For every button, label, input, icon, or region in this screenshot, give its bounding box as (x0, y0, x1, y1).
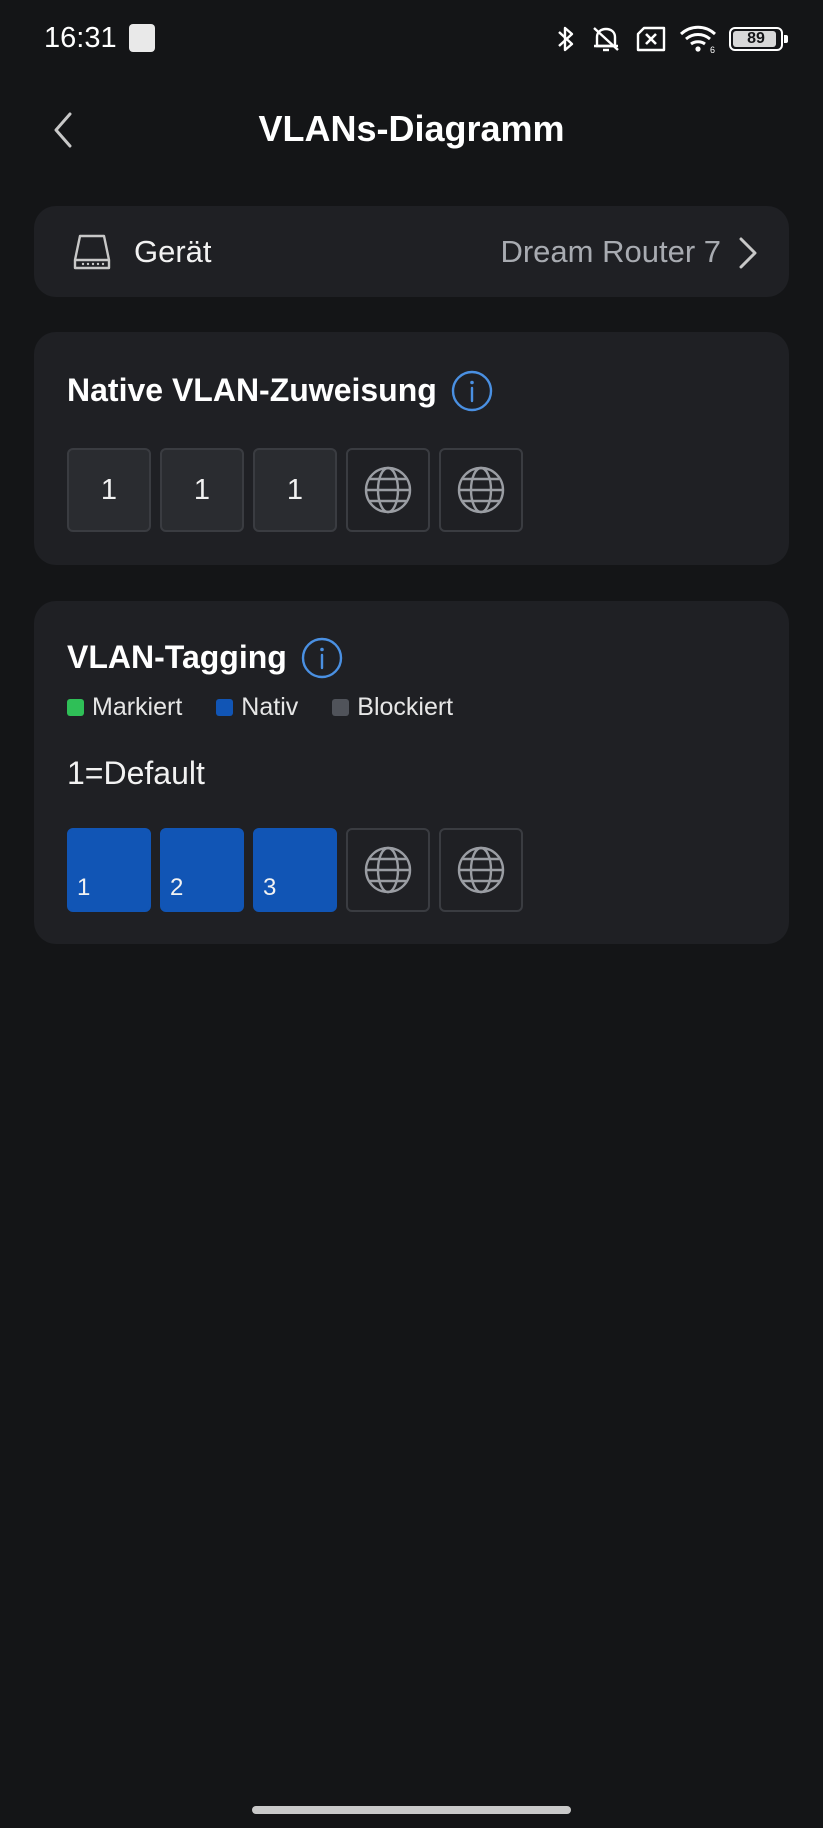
legend-swatch (67, 699, 84, 716)
status-icons: 6 89 (555, 20, 788, 58)
legend: Markiert Nativ Blockiert (67, 693, 487, 722)
tagging-port-wan-2[interactable] (439, 828, 523, 912)
legend-swatch (216, 699, 234, 716)
native-vlan-title: Native VLAN-Zuweisung (67, 372, 437, 408)
globe-icon (364, 846, 412, 894)
port-vlan-number: 1 (193, 473, 211, 506)
screen: 16:31 6 89 VLANs-Diagramm Gerät Dream Ro… (0, 0, 823, 1828)
globe-icon (457, 846, 505, 894)
device-value: Dream Router 7 (500, 234, 721, 269)
port-wan-2[interactable] (439, 448, 523, 532)
port-1[interactable]: 1 (67, 448, 151, 532)
port-3[interactable]: 1 (253, 448, 337, 532)
wifi-icon: 6 (679, 25, 717, 54)
legend-label: Markiert (92, 693, 183, 721)
no-sim-icon (636, 26, 666, 52)
legend-item-nativ: Nativ (216, 693, 298, 722)
device-selector[interactable]: Gerät Dream Router 7 (34, 206, 789, 297)
tagging-port-3[interactable]: 3 (253, 828, 337, 912)
battery-icon: 89 (729, 27, 788, 51)
chevron-right-icon (739, 237, 757, 269)
home-indicator[interactable] (252, 1806, 571, 1814)
globe-icon (364, 466, 412, 514)
globe-icon (457, 466, 505, 514)
vlan-default-label: 1=Default (67, 755, 205, 791)
svg-text:6: 6 (710, 45, 715, 54)
port-wan-1[interactable] (346, 448, 430, 532)
port-vlan-number: 1 (100, 473, 118, 506)
tagging-port-row: 1 2 3 (67, 828, 523, 912)
info-icon[interactable] (301, 637, 343, 679)
legend-item-blockiert: Blockiert (332, 693, 453, 722)
vlan-tagging-card: VLAN-Tagging Markiert Nativ Blockiert 1=… (34, 601, 789, 944)
native-vlan-card: Native VLAN-Zuweisung 1 1 1 (34, 332, 789, 565)
bluetooth-icon (558, 26, 574, 52)
port-2[interactable]: 1 (160, 448, 244, 532)
tagging-port-1[interactable]: 1 (67, 828, 151, 912)
router-icon (73, 234, 111, 270)
port-number: 1 (77, 874, 91, 901)
vlan-tagging-title: VLAN-Tagging (67, 639, 287, 675)
info-icon[interactable] (451, 370, 493, 412)
status-bar: 16:31 6 89 (0, 0, 823, 78)
status-time: 16:31 (44, 22, 117, 54)
header: VLANs-Diagramm (0, 90, 823, 170)
legend-label: Blockiert (357, 693, 454, 721)
device-label: Gerät (134, 234, 212, 269)
legend-label: Nativ (241, 693, 299, 721)
tagging-port-wan-1[interactable] (346, 828, 430, 912)
legend-item-markiert: Markiert (67, 693, 182, 722)
port-number: 3 (263, 874, 277, 901)
legend-swatch (332, 699, 350, 716)
notification-square-icon (129, 24, 155, 52)
page-title: VLANs-Diagramm (258, 108, 565, 149)
tagging-port-2[interactable]: 2 (160, 828, 244, 912)
battery-level: 89 (747, 30, 765, 47)
port-vlan-number: 1 (286, 473, 304, 506)
mute-icon (593, 27, 619, 52)
battery-tip (784, 35, 788, 43)
port-number: 2 (170, 874, 184, 901)
native-port-row: 1 1 1 (67, 448, 523, 532)
